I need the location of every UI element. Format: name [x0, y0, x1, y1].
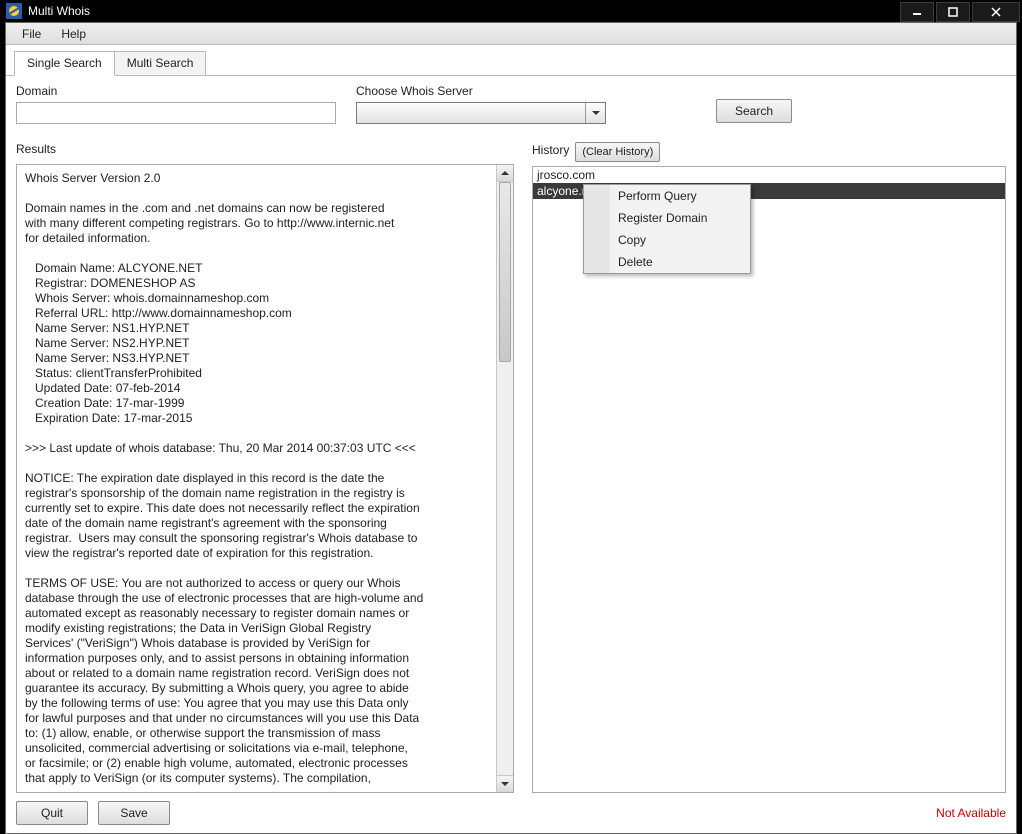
ctx-perform-query[interactable]: Perform Query — [584, 185, 750, 207]
single-search-pane: Domain Choose Whois Server Search — [6, 76, 1016, 833]
ctx-delete[interactable]: Delete — [584, 251, 750, 273]
results-box: Whois Server Version 2.0 Domain names in… — [16, 164, 514, 793]
server-field: Choose Whois Server — [356, 84, 656, 124]
chevron-down-icon — [585, 103, 605, 123]
server-combobox[interactable] — [356, 102, 606, 124]
close-button[interactable] — [972, 2, 1020, 22]
domain-input[interactable] — [16, 102, 336, 124]
history-list[interactable]: jrosco.com alcyone.net Perform Query Reg… — [532, 166, 1006, 793]
server-label: Choose Whois Server — [356, 84, 656, 98]
quit-button[interactable]: Quit — [16, 801, 88, 825]
ctx-register-domain[interactable]: Register Domain — [584, 207, 750, 229]
history-item[interactable]: jrosco.com — [533, 167, 1005, 183]
scroll-thumb[interactable] — [499, 182, 511, 362]
scroll-down-icon[interactable] — [497, 775, 513, 792]
tabbar: Single Search Multi Search — [6, 45, 1016, 76]
domain-field: Domain — [16, 84, 336, 124]
client-area: File Help Single Search Multi Search Dom… — [5, 22, 1017, 834]
query-row: Domain Choose Whois Server Search — [16, 84, 1006, 124]
window-title: Multi Whois — [28, 4, 90, 18]
results-scrollbar[interactable] — [496, 165, 513, 792]
titlebar[interactable]: Multi Whois — [0, 0, 1022, 22]
history-context-menu: Perform Query Register Domain Copy Delet… — [583, 184, 751, 274]
menubar: File Help — [6, 23, 1016, 45]
clear-history-button[interactable]: (Clear History) — [575, 142, 660, 162]
ctx-copy[interactable]: Copy — [584, 229, 750, 251]
save-button[interactable]: Save — [98, 801, 170, 825]
scroll-up-icon[interactable] — [497, 165, 513, 182]
maximize-button[interactable] — [936, 2, 970, 22]
domain-label: Domain — [16, 84, 336, 98]
window-controls — [900, 0, 1022, 22]
status-text: Not Available — [936, 806, 1006, 820]
results-label: Results — [16, 142, 56, 156]
history-label: History — [532, 143, 569, 157]
menu-file[interactable]: File — [12, 25, 51, 43]
minimize-button[interactable] — [900, 2, 934, 22]
tab-single-search[interactable]: Single Search — [14, 51, 115, 76]
menu-help[interactable]: Help — [51, 25, 96, 43]
window: Multi Whois File Help Single Search Mult… — [0, 0, 1022, 765]
app-icon — [6, 3, 22, 19]
tab-multi-search[interactable]: Multi Search — [114, 51, 207, 75]
footer: Quit Save Not Available — [16, 801, 1006, 825]
search-button[interactable]: Search — [716, 99, 792, 123]
results-text[interactable]: Whois Server Version 2.0 Domain names in… — [17, 165, 496, 792]
